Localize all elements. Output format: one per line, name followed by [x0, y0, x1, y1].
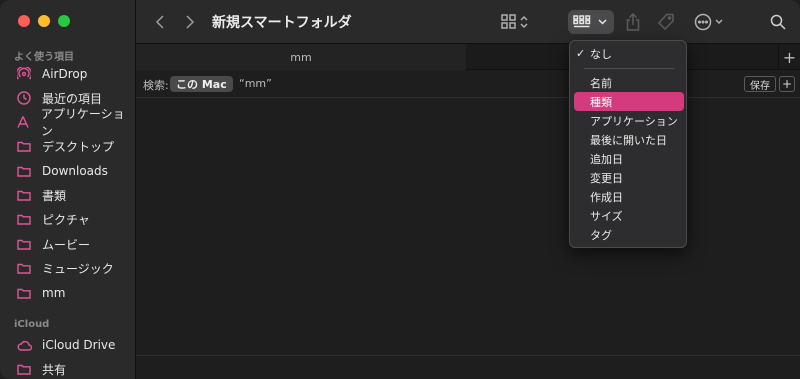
- tag-icon: [657, 13, 674, 31]
- sidebar-section-icloud: iCloud: [14, 319, 50, 330]
- search-button[interactable]: [766, 10, 790, 34]
- sidebar-item-movies[interactable]: ムービー: [8, 233, 130, 255]
- share-button[interactable]: [622, 10, 644, 34]
- sidebar-item-music[interactable]: ミュージック: [8, 257, 130, 279]
- sidebar-item-label: 共有: [42, 362, 67, 377]
- group-by-menu: ✓ なし 名前 種類 アプリケーション 最後に開いた日 追加日 変更日 作成日 …: [569, 40, 687, 248]
- sidebar-item-icloud-drive[interactable]: iCloud Drive: [8, 334, 130, 356]
- scope-this-mac-button[interactable]: この Mac: [170, 76, 233, 92]
- search-scope-bar: 検索: この Mac “mm” 保存 +: [136, 70, 800, 98]
- shared-folder-icon: [16, 361, 32, 377]
- menu-item-label: なし: [590, 47, 612, 61]
- chevron-left-icon: [155, 15, 164, 29]
- checkmark-icon: ✓: [576, 47, 586, 60]
- sidebar-item-applications[interactable]: アプリケーション: [8, 107, 130, 138]
- sidebar-item-label: ムービー: [42, 237, 91, 252]
- sidebar-item-documents[interactable]: 書類: [8, 184, 130, 206]
- menu-item-name[interactable]: 名前: [574, 73, 684, 92]
- sidebar: よく使う項目 AirDrop 最近の項目 アプリケーション デスクトップ Dow…: [0, 0, 136, 379]
- new-tab-button[interactable]: +: [778, 44, 800, 70]
- sidebar-item-label: アプリケーション: [40, 107, 125, 138]
- folder-icon: [16, 260, 32, 276]
- sidebar-item-label: 書類: [42, 188, 67, 203]
- folder-icon: [16, 211, 32, 227]
- finder-window: よく使う項目 AirDrop 最近の項目 アプリケーション デスクトップ Dow…: [0, 0, 800, 379]
- airdrop-icon: [16, 66, 32, 82]
- tag-button[interactable]: [654, 10, 678, 34]
- sidebar-item-label: 最近の項目: [42, 91, 103, 106]
- menu-item-size[interactable]: サイズ: [574, 206, 684, 225]
- forward-button[interactable]: [180, 12, 200, 32]
- minimize-window-button[interactable]: [38, 15, 50, 27]
- search-icon: [770, 14, 786, 30]
- group-icon: [573, 15, 607, 28]
- menu-item-none[interactable]: ✓ なし: [574, 44, 684, 63]
- action-menu-button[interactable]: [692, 10, 728, 34]
- scope-folder-button[interactable]: “mm”: [239, 77, 272, 90]
- sidebar-item-desktop[interactable]: デスクトップ: [8, 135, 130, 157]
- menu-item-date-added[interactable]: 追加日: [574, 149, 684, 168]
- more-actions-icon: [694, 13, 723, 31]
- add-criteria-button[interactable]: +: [779, 76, 795, 92]
- clock-icon: [16, 90, 32, 106]
- folder-icon: [16, 138, 32, 154]
- folder-icon: [16, 236, 32, 252]
- share-icon: [626, 13, 640, 31]
- sidebar-item-shared[interactable]: 共有: [8, 358, 130, 379]
- sidebar-item-mm[interactable]: mm: [8, 282, 130, 304]
- sidebar-item-pictures[interactable]: ピクチャ: [8, 208, 130, 230]
- zoom-window-button[interactable]: [58, 15, 70, 27]
- menu-item-last-opened[interactable]: 最後に開いた日: [574, 130, 684, 149]
- sidebar-item-downloads[interactable]: Downloads: [8, 160, 130, 182]
- toolbar: 新規スマートフォルダ: [136, 0, 800, 44]
- menu-item-tags[interactable]: タグ: [574, 225, 684, 244]
- sidebar-item-airdrop[interactable]: AirDrop: [8, 63, 130, 85]
- window-title: 新規スマートフォルダ: [212, 15, 352, 31]
- menu-item-application[interactable]: アプリケーション: [574, 111, 684, 130]
- sidebar-item-label: mm: [42, 286, 66, 300]
- menu-separator: [584, 68, 674, 69]
- view-mode-button[interactable]: [498, 10, 532, 34]
- window-controls: [18, 15, 70, 27]
- save-search-button[interactable]: 保存: [744, 76, 776, 92]
- menu-item-date-created[interactable]: 作成日: [574, 187, 684, 206]
- applications-icon: [16, 114, 31, 130]
- sidebar-item-label: デスクトップ: [42, 139, 115, 154]
- menu-item-date-modified[interactable]: 変更日: [574, 168, 684, 187]
- status-bar: [136, 355, 800, 379]
- sidebar-item-label: Downloads: [42, 164, 108, 178]
- folder-icon: [16, 285, 32, 301]
- close-window-button[interactable]: [18, 15, 30, 27]
- chevron-right-icon: [186, 15, 195, 29]
- group-by-button[interactable]: [568, 10, 614, 34]
- folder-icon: [16, 163, 32, 179]
- tab-bar: mm +: [136, 44, 800, 70]
- sidebar-item-label: ピクチャ: [42, 212, 90, 227]
- sidebar-item-label: iCloud Drive: [42, 338, 116, 352]
- cloud-icon: [16, 337, 32, 353]
- search-scope-label: 検索:: [143, 79, 169, 92]
- back-button[interactable]: [150, 12, 170, 32]
- sidebar-item-label: ミュージック: [42, 261, 114, 276]
- sidebar-item-label: AirDrop: [42, 67, 88, 81]
- tab-mm[interactable]: mm: [136, 44, 466, 70]
- sidebar-section-favorites: よく使う項目: [14, 52, 74, 63]
- grid-view-icon: [501, 14, 528, 29]
- menu-item-kind[interactable]: 種類: [574, 92, 684, 111]
- folder-icon: [16, 187, 32, 203]
